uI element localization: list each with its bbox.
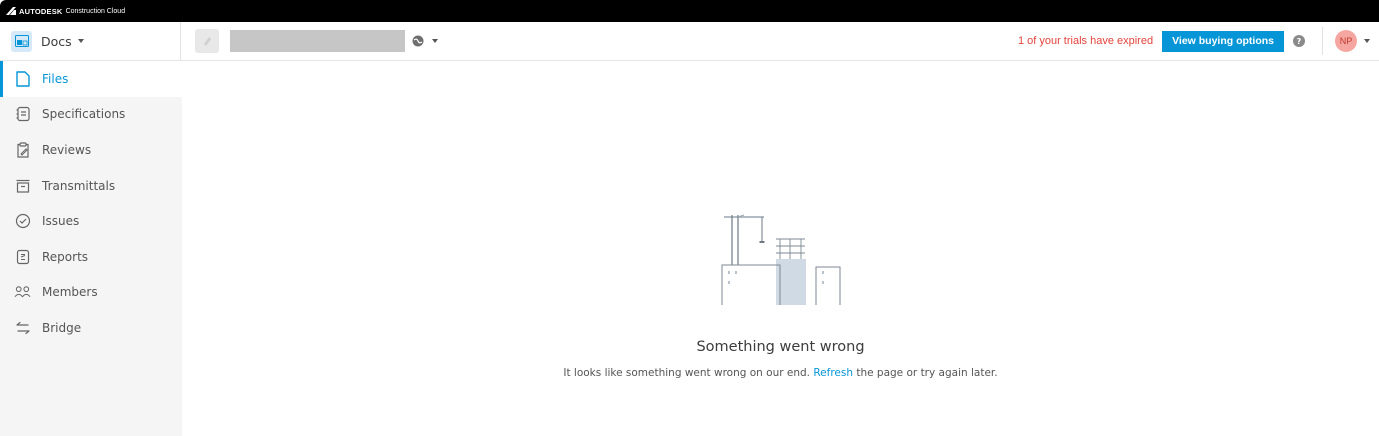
view-buying-options-button[interactable]: View buying options bbox=[1162, 30, 1284, 52]
chevron-down-icon bbox=[77, 39, 84, 43]
specifications-icon bbox=[14, 106, 31, 123]
sidebar-item-issues[interactable]: Issues bbox=[0, 203, 182, 239]
sidebar-item-members[interactable]: Members bbox=[0, 275, 182, 311]
brand-product: Construction Cloud bbox=[65, 7, 126, 15]
sidebar-item-label: Members bbox=[42, 285, 98, 300]
project-thumbnail[interactable] bbox=[195, 29, 219, 53]
reviews-icon bbox=[14, 141, 31, 158]
sidebar-item-label: Files bbox=[42, 71, 69, 86]
autodesk-top-bar: AUTODESK Construction Cloud bbox=[0, 0, 1379, 22]
issues-icon bbox=[14, 213, 31, 230]
file-icon bbox=[14, 70, 31, 87]
main-content: Something went wrong It looks like somet… bbox=[182, 61, 1379, 436]
sidebar-item-reports[interactable]: Reports bbox=[0, 239, 182, 275]
user-menu-chevron-down-icon[interactable] bbox=[1364, 39, 1370, 43]
transmittals-icon bbox=[14, 177, 31, 194]
error-title: Something went wrong bbox=[696, 339, 865, 355]
app-switcher[interactable]: Docs bbox=[11, 21, 181, 61]
globe-icon bbox=[412, 35, 424, 47]
sidebar-item-bridge[interactable]: Bridge bbox=[0, 310, 182, 346]
user-avatar[interactable]: NP bbox=[1335, 30, 1357, 52]
members-icon bbox=[14, 284, 31, 301]
header-divider bbox=[1322, 27, 1323, 55]
bridge-icon bbox=[14, 319, 31, 336]
sidebar-item-label: Transmittals bbox=[42, 178, 116, 193]
project-name-redacted[interactable] bbox=[230, 30, 405, 52]
sidebar-item-label: Reviews bbox=[42, 142, 92, 157]
error-message-suffix: the page or try again later. bbox=[853, 367, 998, 379]
refresh-link[interactable]: Refresh bbox=[813, 367, 853, 379]
brand: AUTODESK Construction Cloud bbox=[6, 7, 125, 16]
sidebar-item-transmittals[interactable]: Transmittals bbox=[0, 168, 182, 204]
sidebar-item-label: Reports bbox=[42, 249, 89, 264]
sidebar-item-label: Bridge bbox=[42, 320, 82, 335]
sidebar-item-label: Specifications bbox=[42, 107, 126, 122]
app-header: Docs 1 of your trials have expired View … bbox=[0, 21, 1379, 61]
help-icon[interactable]: ? bbox=[1293, 35, 1305, 47]
error-message: It looks like something went wrong on ou… bbox=[182, 367, 1379, 379]
project-chevron-down-icon[interactable] bbox=[432, 39, 438, 43]
error-message-prefix: It looks like something went wrong on ou… bbox=[563, 367, 814, 379]
docs-app-icon bbox=[11, 30, 32, 52]
reports-icon bbox=[14, 248, 31, 265]
trial-expired-notice: 1 of your trials have expired bbox=[1017, 35, 1154, 47]
brand-name: AUTODESK bbox=[19, 6, 63, 16]
sidebar-item-files[interactable]: Files bbox=[0, 61, 182, 97]
sidebar-item-reviews[interactable]: Reviews bbox=[0, 132, 182, 168]
sidebar-item-label: Issues bbox=[42, 214, 80, 229]
autodesk-logo-icon bbox=[6, 7, 16, 15]
app-name: Docs bbox=[41, 33, 72, 49]
sidebar-item-specifications[interactable]: Specifications bbox=[0, 97, 182, 133]
construction-site-illustration bbox=[721, 214, 841, 305]
sidebar: Files Specifications Reviews Transmittal… bbox=[0, 61, 182, 436]
